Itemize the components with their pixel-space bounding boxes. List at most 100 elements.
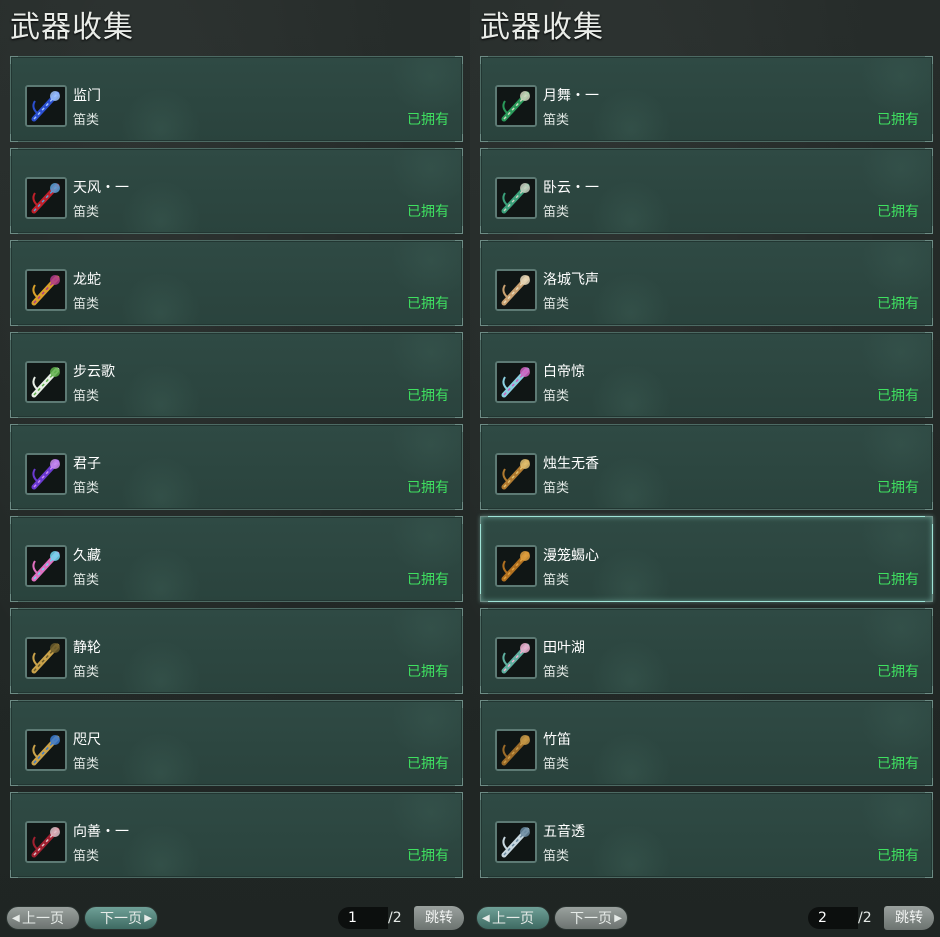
card-corner-ornament bbox=[925, 56, 933, 64]
prev-page-button[interactable]: ◀ 上一页 bbox=[6, 906, 80, 930]
weapon-name: 竹笛 bbox=[543, 732, 571, 748]
owned-status: 已拥有 bbox=[877, 112, 919, 128]
card-corner-ornament bbox=[925, 332, 933, 340]
card-corner-ornament bbox=[925, 792, 933, 800]
weapon-card[interactable]: 田叶湖笛类 已拥有 bbox=[480, 608, 933, 694]
weapon-card[interactable]: 久藏 笛类 已拥有 bbox=[10, 516, 463, 602]
jump-button[interactable]: 跳转 bbox=[414, 906, 464, 930]
gold-fan-flute-icon bbox=[25, 637, 67, 679]
card-corner-ornament bbox=[10, 594, 18, 602]
card-corner-ornament bbox=[455, 332, 463, 340]
owned-status: 已拥有 bbox=[877, 388, 919, 404]
weapon-card[interactable]: 漫笼蝎心 笛类 已拥有 bbox=[480, 516, 933, 602]
weapon-type: 笛类 bbox=[543, 297, 570, 312]
pagination: ◀ 上一页 下一页 ▶ 2 /2 跳转 bbox=[470, 906, 940, 930]
weapon-card[interactable]: 步云歌 笛类 已拥有 bbox=[10, 332, 463, 418]
white-leaf-flute-icon bbox=[25, 361, 67, 403]
pagination: ◀ 上一页 下一页 ▶ 1 /2 跳转 bbox=[0, 906, 470, 930]
weapon-card[interactable]: 五音透 笛类 已拥有 bbox=[480, 792, 933, 878]
owned-status: 已拥有 bbox=[877, 572, 919, 588]
weapon-card[interactable]: 龙蛇 笛类 已拥有 bbox=[10, 240, 463, 326]
card-corner-ornament bbox=[455, 594, 463, 602]
next-page-button[interactable]: 下一页 ▶ bbox=[84, 906, 158, 930]
weapon-list: 月舞・一 笛类 已拥有 卧云・一 笛类 已拥有 洛城飞声 笛类 已拥有 白帝惊 笛类 已拥有 烛生无香笛… bbox=[480, 56, 933, 884]
card-corner-ornament bbox=[925, 608, 933, 616]
card-corner-ornament bbox=[10, 424, 18, 432]
card-corner-ornament bbox=[480, 332, 488, 340]
card-corner-ornament bbox=[10, 502, 18, 510]
weapon-name: 监门 bbox=[73, 88, 101, 104]
weapon-collection-panel-left: 武器收集 监门 笛类 已拥有 天风・一 笛类 已拥有 龙蛇 笛类 已拥有 步云歌 笛类 已拥有 君子 笛类… bbox=[0, 0, 470, 937]
card-corner-ornament bbox=[480, 502, 488, 510]
weapon-card[interactable]: 月舞・一 笛类 已拥有 bbox=[480, 56, 933, 142]
owned-status: 已拥有 bbox=[407, 112, 449, 128]
card-corner-ornament bbox=[10, 318, 18, 326]
weapon-card[interactable]: 咫尺 笛类 已拥有 bbox=[10, 700, 463, 786]
weapon-card[interactable]: 静轮 笛类 已拥有 bbox=[10, 608, 463, 694]
owned-status: 已拥有 bbox=[407, 480, 449, 496]
next-page-button[interactable]: 下一页 ▶ bbox=[554, 906, 628, 930]
chevron-left-icon: ◀ bbox=[482, 913, 490, 924]
owned-status: 已拥有 bbox=[407, 388, 449, 404]
page-number-input[interactable]: 1 bbox=[338, 907, 388, 929]
weapon-name: 天风・一 bbox=[73, 180, 129, 196]
card-corner-ornament bbox=[455, 410, 463, 418]
jump-button[interactable]: 跳转 bbox=[884, 906, 934, 930]
card-corner-ornament bbox=[10, 134, 18, 142]
chevron-right-icon: ▶ bbox=[614, 913, 622, 924]
card-corner-ornament bbox=[480, 608, 488, 616]
weapon-card[interactable]: 君子 笛类 已拥有 bbox=[10, 424, 463, 510]
weapon-name: 龙蛇 bbox=[73, 272, 101, 288]
card-corner-ornament bbox=[480, 778, 488, 786]
card-corner-ornament bbox=[455, 870, 463, 878]
card-corner-ornament bbox=[480, 56, 488, 64]
card-corner-ornament bbox=[455, 424, 463, 432]
owned-status: 已拥有 bbox=[407, 664, 449, 680]
next-page-label: 下一页 bbox=[100, 911, 142, 927]
page-number-input[interactable]: 2 bbox=[808, 907, 858, 929]
weapon-card[interactable]: 监门 笛类 已拥有 bbox=[10, 56, 463, 142]
card-corner-ornament bbox=[925, 148, 933, 156]
weapon-card[interactable]: 烛生无香 笛类 已拥有 bbox=[480, 424, 933, 510]
weapon-type: 笛类 bbox=[73, 665, 100, 680]
card-corner-ornament bbox=[925, 870, 933, 878]
weapon-type: 笛类 bbox=[543, 389, 570, 404]
weapon-type: 笛类 bbox=[543, 665, 570, 680]
card-corner-ornament bbox=[925, 700, 933, 708]
owned-status: 已拥有 bbox=[877, 664, 919, 680]
card-corner-ornament bbox=[10, 686, 18, 694]
bronze-flute-icon bbox=[495, 453, 537, 495]
weapon-card[interactable]: 向善・一 笛类 已拥有 bbox=[10, 792, 463, 878]
weapon-card[interactable]: 天风・一 笛类 已拥有 bbox=[10, 148, 463, 234]
red-feather-flute-icon bbox=[25, 177, 67, 219]
weapon-name: 卧云・一 bbox=[543, 180, 599, 196]
weapon-card[interactable]: 卧云・一 笛类 已拥有 bbox=[480, 148, 933, 234]
golden-flute-icon bbox=[25, 269, 67, 311]
card-corner-ornament bbox=[455, 148, 463, 156]
card-corner-ornament bbox=[455, 240, 463, 248]
card-corner-ornament bbox=[455, 502, 463, 510]
card-corner-ornament bbox=[480, 410, 488, 418]
weapon-card[interactable]: 白帝惊 笛类 已拥有 bbox=[480, 332, 933, 418]
owned-status: 已拥有 bbox=[407, 848, 449, 864]
prev-page-button[interactable]: ◀ 上一页 bbox=[476, 906, 550, 930]
card-corner-ornament bbox=[925, 318, 933, 326]
weapon-card[interactable]: 竹笛 笛类 已拥有 bbox=[480, 700, 933, 786]
bamboo-flute-icon bbox=[495, 729, 537, 771]
card-corner-ornament bbox=[480, 594, 488, 602]
card-corner-ornament bbox=[480, 226, 488, 234]
card-corner-ornament bbox=[925, 134, 933, 142]
weapon-card[interactable]: 洛城飞声 笛类 已拥有 bbox=[480, 240, 933, 326]
chevron-right-icon: ▶ bbox=[144, 913, 152, 924]
chevron-left-icon: ◀ bbox=[12, 913, 20, 924]
weapon-type: 笛类 bbox=[543, 573, 570, 588]
card-corner-ornament bbox=[10, 226, 18, 234]
card-corner-ornament bbox=[10, 56, 18, 64]
card-corner-ornament bbox=[10, 870, 18, 878]
weapon-type: 笛类 bbox=[73, 849, 100, 864]
weapon-name: 田叶湖 bbox=[543, 640, 585, 656]
card-corner-ornament bbox=[10, 148, 18, 156]
weapon-name: 月舞・一 bbox=[543, 88, 599, 104]
card-corner-ornament bbox=[455, 134, 463, 142]
red-spiked-flute-icon bbox=[25, 821, 67, 863]
